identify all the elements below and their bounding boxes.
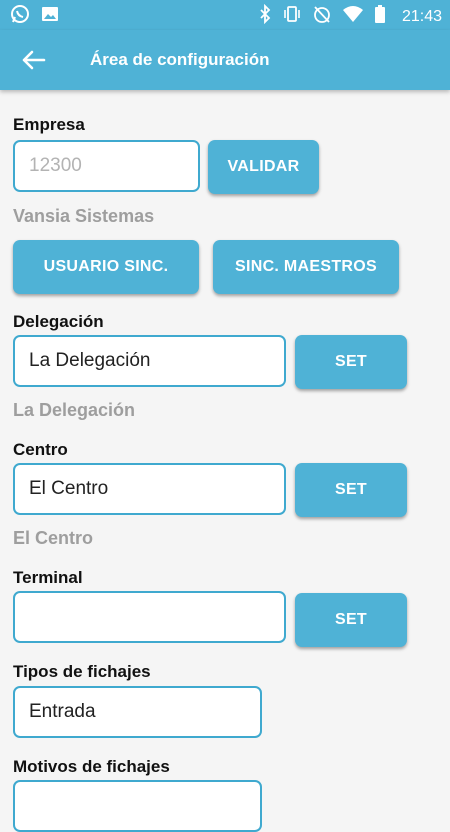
centro-current: El Centro [13, 528, 94, 548]
status-bar: 21:43 [0, 0, 450, 30]
tipos-label: Tipos de fichajes [13, 662, 151, 681]
usuario-sinc-button[interactable]: USUARIO SINC. [13, 240, 199, 294]
terminal-set-button[interactable]: SET [295, 593, 407, 647]
delegacion-label: Delegación [13, 312, 104, 331]
status-right-icons: 21:43 [258, 3, 442, 29]
delegacion-current: La Delegación [13, 400, 136, 420]
centro-input[interactable] [13, 463, 286, 515]
terminal-label: Terminal [13, 568, 83, 587]
terminal-input[interactable] [13, 591, 286, 643]
back-button[interactable] [18, 46, 50, 74]
centro-set-button[interactable]: SET [295, 463, 407, 517]
battery-icon [374, 4, 386, 29]
validar-button[interactable]: VALIDAR [208, 140, 319, 194]
company-name: Vansia Sistemas [13, 206, 155, 226]
centro-label: Centro [13, 440, 68, 459]
bluetooth-icon [258, 3, 272, 29]
delegacion-set-button[interactable]: SET [295, 335, 407, 389]
image-icon [40, 4, 60, 29]
motivos-label: Motivos de fichajes [13, 757, 170, 776]
status-time: 21:43 [401, 7, 442, 25]
page-title: Área de configuración [90, 50, 270, 69]
whatsapp-icon [10, 4, 30, 29]
wifi-icon [342, 4, 364, 29]
vibrate-icon [282, 4, 302, 29]
sinc-maestros-button[interactable]: SINC. MAESTROS [213, 240, 399, 294]
no-alarm-icon [312, 4, 332, 29]
empresa-input[interactable] [13, 140, 200, 192]
motivos-fichajes-select[interactable] [13, 780, 262, 832]
app-bar: Área de configuración [0, 30, 450, 90]
empresa-label: Empresa [13, 115, 85, 134]
status-left-icons [10, 4, 60, 29]
delegacion-input[interactable] [13, 335, 286, 387]
tipos-fichajes-select[interactable] [13, 686, 262, 738]
arrow-left-icon[interactable] [18, 46, 50, 74]
